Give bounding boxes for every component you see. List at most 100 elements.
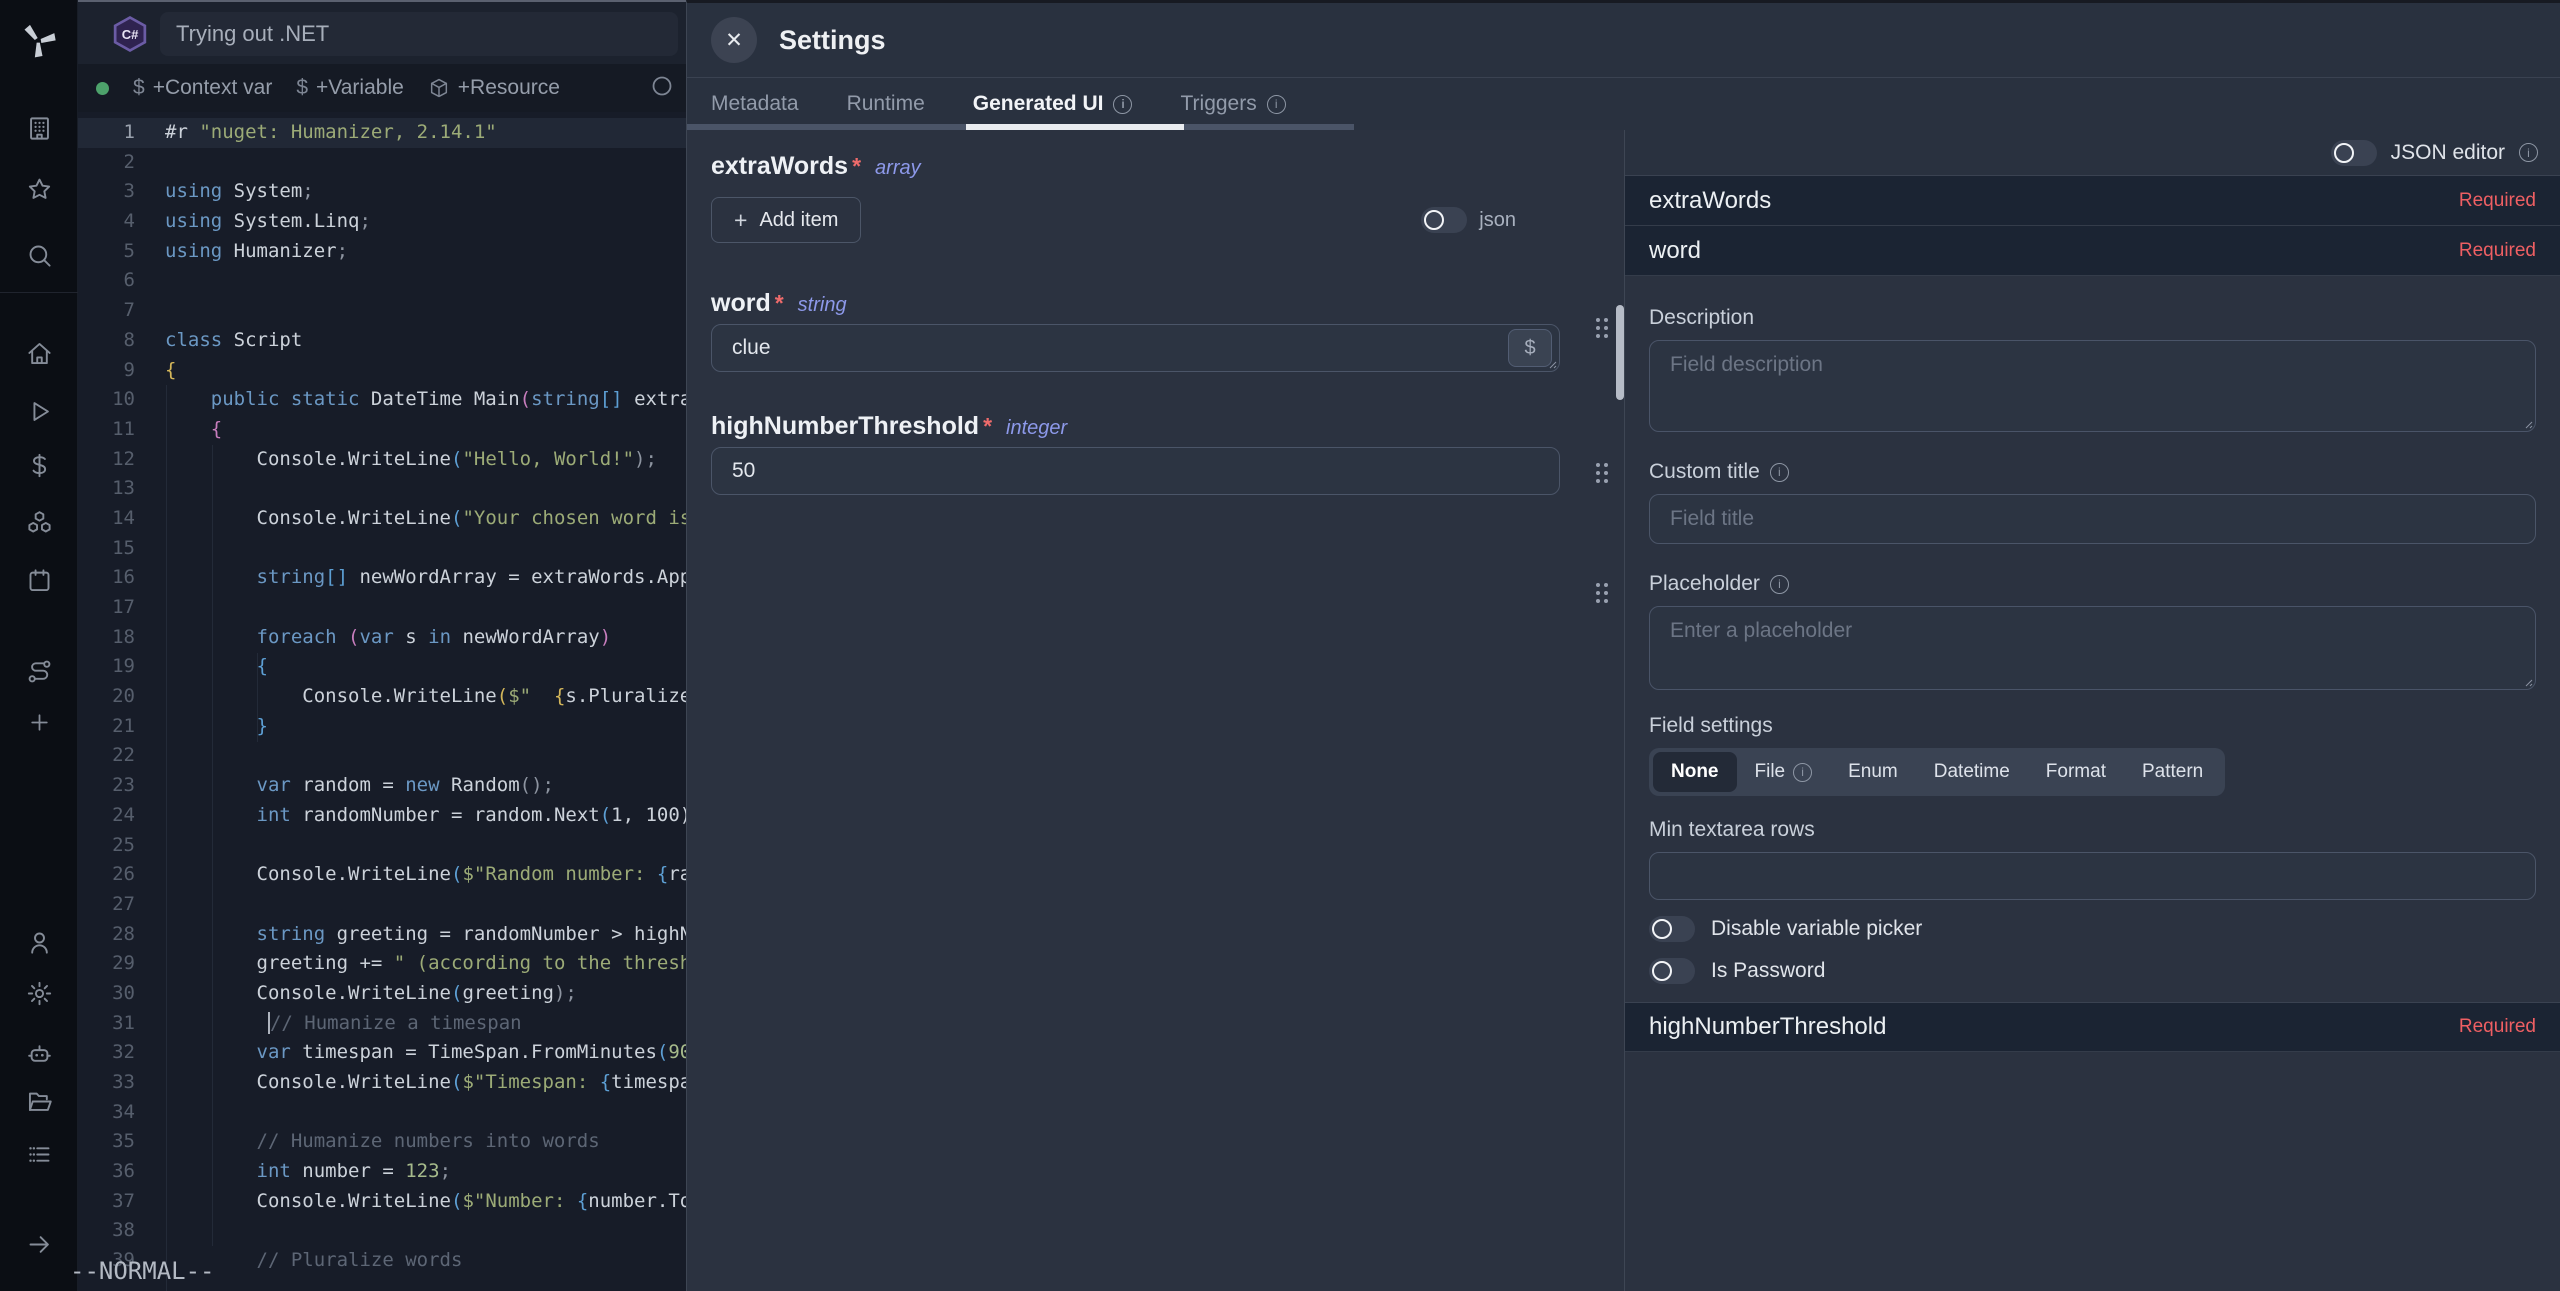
json-editor-toggle[interactable] (2331, 140, 2377, 166)
code-editor[interactable]: 1#r "nuget: Humanizer, 2.14.1"23using Sy… (78, 112, 686, 1291)
field-type-label: array (875, 157, 921, 180)
description-textarea[interactable] (1649, 340, 2536, 432)
row-word[interactable]: word Required (1625, 226, 2560, 276)
flows-route-icon[interactable] (0, 649, 78, 693)
json-toggle[interactable] (1421, 207, 1467, 233)
add-context-var-button[interactable]: $ +Context var (133, 76, 272, 100)
disable-variable-picker-row: Disable variable picker (1649, 916, 2536, 942)
tab-metadata[interactable]: Metadata (711, 92, 799, 116)
vim-mode-status: --NORMAL-- (70, 1257, 215, 1285)
resize-handle-icon[interactable] (2522, 418, 2533, 429)
add-item-button[interactable]: + Add item (711, 197, 861, 243)
app-window: C# Trying out .NET $ +Context var $ +Var… (0, 0, 2560, 1291)
workspace-building-icon[interactable] (0, 106, 78, 150)
segment-none[interactable]: None (1653, 752, 1737, 792)
word-input[interactable] (711, 324, 1560, 372)
left-sidebar (0, 0, 78, 1291)
schedules-calendar-icon[interactable] (0, 558, 78, 602)
ai-bot-icon[interactable] (0, 1031, 78, 1075)
favorites-star-icon[interactable] (0, 167, 78, 211)
min-textarea-rows-input[interactable] (1649, 852, 2536, 900)
close-icon[interactable]: ✕ (711, 17, 757, 63)
field-type-label: string (798, 294, 847, 317)
min-textarea-rows-label: Min textarea rows (1649, 818, 2536, 842)
placeholder-label: Placeholder i (1649, 572, 2536, 596)
schema-inspector: JSON editor i extraWords Required word R… (1624, 130, 2560, 1291)
field-word: word * string $ (711, 289, 1600, 372)
info-icon[interactable]: i (2519, 143, 2538, 162)
segment-enum[interactable]: Enum (1830, 752, 1916, 792)
segment-pattern[interactable]: Pattern (2124, 752, 2221, 792)
info-icon[interactable]: i (1793, 763, 1812, 782)
status-dot (96, 82, 109, 95)
segment-file[interactable]: File i (1737, 752, 1831, 792)
is-password-row: Is Password (1649, 958, 2536, 984)
folders-icon[interactable] (0, 1079, 78, 1123)
user-icon[interactable] (0, 920, 78, 964)
field-settings-label: Field settings (1649, 714, 2536, 738)
dollar-icon: $ (133, 76, 145, 100)
segment-format[interactable]: Format (2028, 752, 2124, 792)
collapse-arrow-right-icon[interactable] (0, 1222, 78, 1266)
placeholder-textarea[interactable] (1649, 606, 2536, 690)
description-label: Description (1649, 306, 2536, 330)
code-lines: 1#r "nuget: Humanizer, 2.14.1"23using Sy… (78, 112, 686, 1276)
settings-gear-icon[interactable] (0, 971, 78, 1015)
field-settings-segmented: None File i Enum Datetime (1649, 748, 2225, 796)
settings-tabs: Metadata Runtime Generated UI i Triggers… (687, 78, 2560, 130)
plus-icon: + (734, 207, 747, 234)
required-asterisk: * (775, 290, 784, 317)
generated-form-preview: extraWords * array + Add item json (687, 130, 1624, 1291)
required-badge: Required (2459, 190, 2536, 212)
field-highnumberthreshold: highNumberThreshold * integer (711, 412, 1600, 495)
required-badge: Required (2459, 1016, 2536, 1038)
highnumberthreshold-input[interactable] (711, 447, 1560, 495)
settings-header: ✕ Settings (687, 3, 2560, 78)
tab-runtime[interactable]: Runtime (847, 92, 925, 116)
add-resource-button[interactable]: +Resource (428, 76, 560, 100)
resources-boxes-icon[interactable] (0, 500, 78, 544)
sidebar-divider (0, 292, 78, 293)
custom-title-input[interactable] (1649, 494, 2536, 544)
required-badge: Required (2459, 240, 2536, 262)
tab-triggers[interactable]: Triggers i (1180, 92, 1285, 116)
reset-circle-icon[interactable] (650, 74, 674, 103)
custom-title-label: Custom title i (1649, 460, 2536, 484)
tab-generated-ui[interactable]: Generated UI i (973, 92, 1133, 116)
required-asterisk: * (983, 413, 992, 440)
search-icon[interactable] (0, 233, 78, 277)
info-icon[interactable]: i (1113, 95, 1132, 114)
home-icon[interactable] (0, 331, 78, 375)
drag-handle[interactable] (1596, 463, 1608, 483)
field-type-label: integer (1006, 417, 1067, 440)
json-editor-bar: JSON editor i (1625, 130, 2560, 176)
required-asterisk: * (852, 153, 861, 180)
row-highnumberthreshold[interactable]: highNumberThreshold Required (1625, 1002, 2560, 1052)
csharp-language-icon: C# (112, 16, 148, 52)
variables-dollar-icon[interactable] (0, 443, 78, 487)
form-scrollbar-thumb[interactable] (1616, 305, 1624, 400)
script-title-input[interactable]: Trying out .NET (160, 12, 678, 56)
segment-datetime[interactable]: Datetime (1916, 752, 2028, 792)
logs-list-icon[interactable] (0, 1132, 78, 1176)
windmill-logo-icon[interactable] (0, 18, 78, 62)
drag-handle[interactable] (1596, 318, 1608, 338)
is-password-toggle[interactable] (1649, 958, 1695, 984)
resize-handle-icon[interactable] (1546, 358, 1557, 369)
add-variable-button[interactable]: $ +Variable (296, 76, 403, 100)
script-title: Trying out .NET (176, 21, 329, 47)
runs-play-icon[interactable] (0, 389, 78, 433)
row-extrawords[interactable]: extraWords Required (1625, 176, 2560, 226)
field-extrawords: extraWords * array + Add item json (711, 152, 1600, 243)
dollar-icon: $ (296, 76, 308, 100)
info-icon[interactable]: i (1267, 95, 1286, 114)
box-icon (428, 77, 450, 99)
add-plus-icon[interactable] (0, 700, 78, 744)
info-icon[interactable]: i (1770, 575, 1789, 594)
word-field-detail: Description Custom title i Placeholder i (1625, 276, 2560, 1002)
disable-variable-picker-toggle[interactable] (1649, 916, 1695, 942)
info-icon[interactable]: i (1770, 463, 1789, 482)
drag-handle[interactable] (1596, 583, 1608, 603)
resize-handle-icon[interactable] (2522, 676, 2533, 687)
settings-panel: ✕ Settings Metadata Runtime Generated UI… (686, 0, 2560, 1291)
